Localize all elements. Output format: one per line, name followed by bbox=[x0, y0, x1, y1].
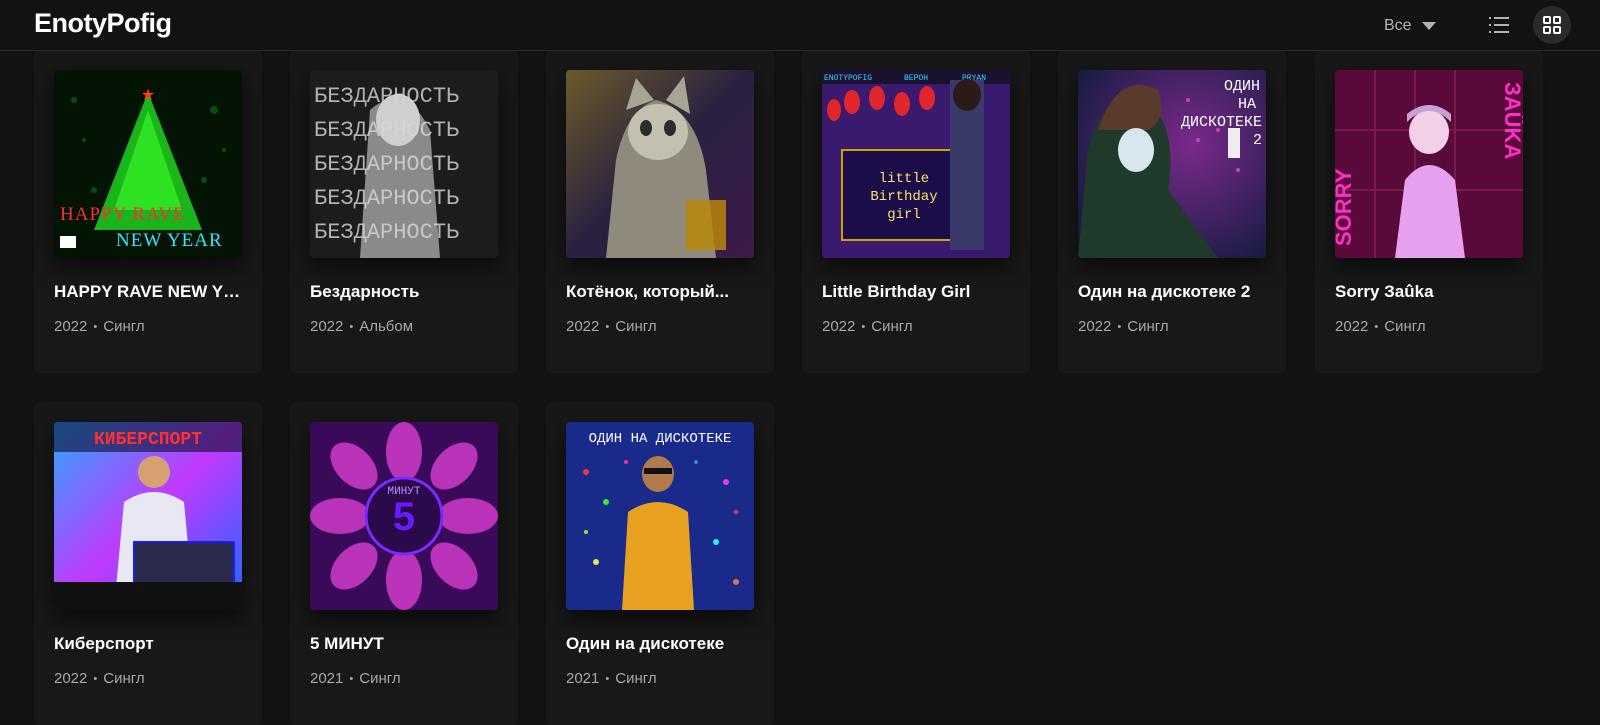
separator-dot: • bbox=[605, 672, 610, 685]
release-card[interactable]: ОДИН НА ДИСКОТЕКЕ Один на дискотеке 2021… bbox=[546, 402, 774, 725]
release-title[interactable]: Little Birthday Girl bbox=[822, 282, 1014, 302]
filter-dropdown[interactable]: Все bbox=[1384, 12, 1436, 40]
album-cover: SORRY ЗАÛKA bbox=[1335, 70, 1523, 258]
release-year: 2022 bbox=[54, 318, 88, 335]
release-type: Альбом bbox=[359, 318, 414, 335]
album-cover: КИБЕРСПОРТ bbox=[54, 422, 242, 610]
chevron-down-icon bbox=[1421, 22, 1436, 30]
release-card[interactable]: 5 МИНУТ 5 МИНУТ 2021 • Сингл bbox=[290, 402, 518, 725]
release-type: Сингл bbox=[1384, 318, 1426, 335]
album-cover: ENOTYPOFIG ВЕРОН PRYAN little Birthday g… bbox=[822, 70, 1010, 258]
album-cover: ОДИН НА ДИСКОТЕКЕ 2 bbox=[1078, 70, 1266, 258]
cover-text: БЕЗДАРНОСТЬ bbox=[314, 118, 459, 143]
release-year: 2022 bbox=[1335, 318, 1369, 335]
release-year: 2022 bbox=[310, 318, 344, 335]
cover-text: БЕЗДАРНОСТЬ bbox=[314, 186, 459, 211]
cover-text: МИНУТ bbox=[387, 486, 420, 498]
separator-dot: • bbox=[861, 320, 866, 333]
release-title[interactable]: Sorry Заûka bbox=[1335, 282, 1527, 302]
release-year: 2022 bbox=[54, 670, 88, 687]
release-meta: 2022 • Сингл bbox=[54, 670, 145, 687]
top-bar: EnotyPofig Все bbox=[0, 0, 1600, 51]
release-card[interactable]: ENOTYPOFIG ВЕРОН PRYAN little Birthday g… bbox=[802, 50, 1030, 373]
cover-text: little bbox=[879, 171, 929, 187]
cover-text: БЕЗДАРНОСТЬ bbox=[314, 220, 459, 245]
release-meta: 2022 • Альбом bbox=[310, 318, 413, 335]
release-card[interactable]: Котёнок, который... 2022 • Сингл bbox=[546, 50, 774, 373]
release-title[interactable]: Бездарность bbox=[310, 282, 502, 302]
release-title[interactable]: Один на дискотеке 2 bbox=[1078, 282, 1270, 302]
artist-name: EnotyPofig bbox=[34, 8, 172, 38]
separator-dot: • bbox=[1374, 320, 1379, 333]
cover-text: HAPPY RAVE bbox=[60, 204, 186, 225]
list-icon bbox=[1489, 17, 1509, 33]
svg-text:★: ★ bbox=[141, 87, 155, 104]
cover-text: girl bbox=[887, 207, 921, 223]
grid-view-button[interactable] bbox=[1533, 6, 1571, 44]
release-title[interactable]: 5 МИНУТ bbox=[310, 634, 502, 654]
cover-text: Birthday bbox=[870, 189, 937, 205]
cover-text: 2 bbox=[1253, 132, 1262, 149]
separator-dot: • bbox=[93, 672, 98, 685]
release-title[interactable]: Киберспорт bbox=[54, 634, 246, 654]
release-meta: 2022 • Сингл bbox=[1078, 318, 1169, 335]
album-cover bbox=[566, 70, 754, 258]
release-type: Сингл bbox=[871, 318, 913, 335]
release-type: Сингл bbox=[103, 670, 145, 687]
release-card[interactable]: ОДИН НА ДИСКОТЕКЕ 2 Один на дискотеке 2 … bbox=[1058, 50, 1286, 373]
cover-text: КИБЕРСПОРТ bbox=[94, 430, 202, 450]
release-meta: 2022 • Сингл bbox=[54, 318, 145, 335]
cover-text: 5 bbox=[393, 495, 415, 539]
separator-dot: • bbox=[1117, 320, 1122, 333]
cover-text: NEW YEAR bbox=[116, 230, 223, 251]
release-year: 2022 bbox=[566, 318, 600, 335]
cover-text: ВЕРОН bbox=[904, 74, 928, 83]
separator-dot: • bbox=[349, 672, 354, 685]
cover-text: ОДИН bbox=[1224, 78, 1260, 95]
release-year: 2021 bbox=[566, 670, 600, 687]
album-cover: БЕЗДАРНОСТЬ БЕЗДАРНОСТЬ БЕЗДАРНОСТЬ БЕЗД… bbox=[310, 70, 498, 258]
release-type: Сингл bbox=[615, 670, 657, 687]
list-view-button[interactable] bbox=[1480, 6, 1518, 44]
release-meta: 2021 • Сингл bbox=[566, 670, 657, 687]
release-type: Сингл bbox=[1127, 318, 1169, 335]
cover-text: БЕЗДАРНОСТЬ bbox=[314, 152, 459, 177]
cover-text: ENOTYPOFIG bbox=[824, 74, 872, 83]
release-type: Сингл bbox=[359, 670, 401, 687]
release-meta: 2022 • Сингл bbox=[1335, 318, 1426, 335]
release-year: 2022 bbox=[822, 318, 856, 335]
release-card[interactable]: БЕЗДАРНОСТЬ БЕЗДАРНОСТЬ БЕЗДАРНОСТЬ БЕЗД… bbox=[290, 50, 518, 373]
release-type: Сингл bbox=[103, 318, 145, 335]
release-year: 2021 bbox=[310, 670, 344, 687]
release-title[interactable]: HAPPY RAVE NEW YEAR bbox=[54, 282, 246, 302]
cover-text: SORRY bbox=[1335, 168, 1356, 246]
separator-dot: • bbox=[605, 320, 610, 333]
separator-dot: • bbox=[93, 320, 98, 333]
release-type: Сингл bbox=[615, 318, 657, 335]
release-meta: 2022 • Сингл bbox=[822, 318, 913, 335]
cover-text: НА bbox=[1238, 96, 1256, 113]
release-title[interactable]: Один на дискотеке bbox=[566, 634, 758, 654]
release-meta: 2021 • Сингл bbox=[310, 670, 401, 687]
cover-text: БЕЗДАРНОСТЬ bbox=[314, 84, 459, 109]
release-meta: 2022 • Сингл bbox=[566, 318, 657, 335]
release-card[interactable]: ★ HAPPY RAVE NEW YEAR HAPPY RAVE NEW YEA… bbox=[34, 50, 262, 373]
separator-dot: • bbox=[349, 320, 354, 333]
release-year: 2022 bbox=[1078, 318, 1112, 335]
cover-text: ЗАÛKA bbox=[1500, 82, 1523, 159]
releases-grid: ★ HAPPY RAVE NEW YEAR HAPPY RAVE NEW YEA… bbox=[34, 50, 1574, 725]
release-title[interactable]: Котёнок, который... bbox=[566, 282, 758, 302]
grid-icon bbox=[1543, 16, 1561, 34]
release-card[interactable]: SORRY ЗАÛKA Sorry Заûka 2022 • Сингл bbox=[1315, 50, 1543, 373]
album-cover: 5 МИНУТ bbox=[310, 422, 498, 610]
filter-label: Все bbox=[1384, 17, 1412, 34]
release-card[interactable]: КИБЕРСПОРТ Киберспорт 2022 • Сингл bbox=[34, 402, 262, 725]
album-cover: ОДИН НА ДИСКОТЕКЕ bbox=[566, 422, 754, 610]
cover-text: ДИСКОТЕКЕ bbox=[1181, 114, 1262, 131]
album-cover: ★ HAPPY RAVE NEW YEAR bbox=[54, 70, 242, 258]
cover-text: ОДИН НА ДИСКОТЕКЕ bbox=[589, 431, 732, 447]
